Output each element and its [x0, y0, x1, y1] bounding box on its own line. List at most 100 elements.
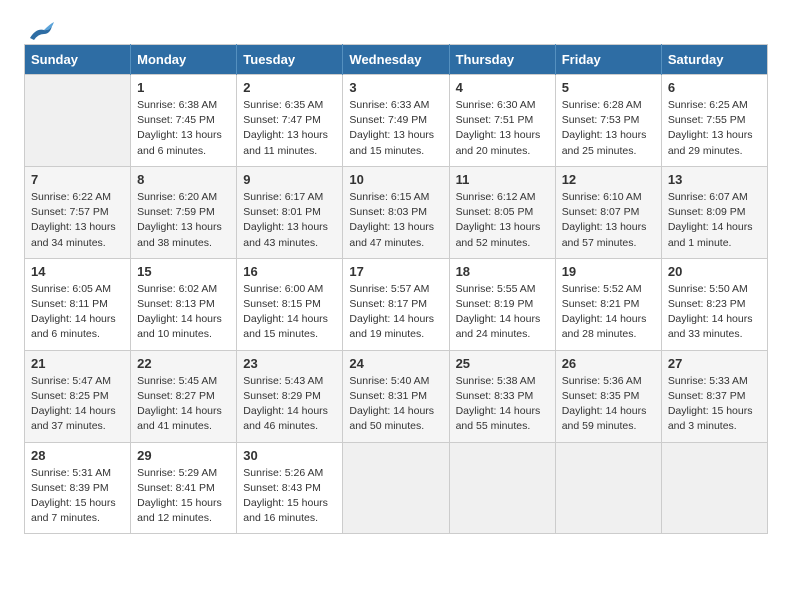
day-info: Sunrise: 5:57 AM Sunset: 8:17 PM Dayligh… — [349, 282, 442, 343]
logo — [24, 20, 54, 38]
day-info: Sunrise: 6:33 AM Sunset: 7:49 PM Dayligh… — [349, 98, 442, 159]
day-number: 23 — [243, 356, 336, 371]
day-number: 20 — [668, 264, 761, 279]
day-number: 13 — [668, 172, 761, 187]
calendar-cell: 26 Sunrise: 5:36 AM Sunset: 8:35 PM Dayli… — [555, 350, 661, 442]
day-info: Sunrise: 5:26 AM Sunset: 8:43 PM Dayligh… — [243, 466, 336, 527]
day-number: 12 — [562, 172, 655, 187]
day-info: Sunrise: 6:25 AM Sunset: 7:55 PM Dayligh… — [668, 98, 761, 159]
day-info: Sunrise: 6:30 AM Sunset: 7:51 PM Dayligh… — [456, 98, 549, 159]
calendar-header-monday: Monday — [131, 45, 237, 75]
calendar-cell — [449, 442, 555, 534]
day-info: Sunrise: 5:52 AM Sunset: 8:21 PM Dayligh… — [562, 282, 655, 343]
day-number: 30 — [243, 448, 336, 463]
day-info: Sunrise: 6:07 AM Sunset: 8:09 PM Dayligh… — [668, 190, 761, 251]
calendar-cell: 16 Sunrise: 6:00 AM Sunset: 8:15 PM Dayli… — [237, 258, 343, 350]
calendar-cell: 21Sunrise: 5:47 AM Sunset: 8:25 PM Dayli… — [25, 350, 131, 442]
day-info: Sunrise: 6:28 AM Sunset: 7:53 PM Dayligh… — [562, 98, 655, 159]
calendar-cell: 14 Sunrise: 6:05 AM Sunset: 8:11 PM Dayli… — [25, 258, 131, 350]
day-info: Sunrise: 5:40 AM Sunset: 8:31 PM Dayligh… — [349, 374, 442, 435]
calendar-cell: 17 Sunrise: 5:57 AM Sunset: 8:17 PM Dayli… — [343, 258, 449, 350]
day-info: Sunrise: 6:12 AM Sunset: 8:05 PM Dayligh… — [456, 190, 549, 251]
day-info: Sunrise: 6:15 AM Sunset: 8:03 PM Dayligh… — [349, 190, 442, 251]
day-info: Sunrise: 5:31 AM Sunset: 8:39 PM Dayligh… — [31, 466, 124, 527]
day-info: Sunrise: 6:35 AM Sunset: 7:47 PM Dayligh… — [243, 98, 336, 159]
day-info: Sunrise: 5:55 AM Sunset: 8:19 PM Dayligh… — [456, 282, 549, 343]
day-info: Sunrise: 6:22 AM Sunset: 7:57 PM Dayligh… — [31, 190, 124, 251]
day-number: 18 — [456, 264, 549, 279]
calendar-cell: 12 Sunrise: 6:10 AM Sunset: 8:07 PM Dayli… — [555, 166, 661, 258]
day-info: Sunrise: 5:36 AM Sunset: 8:35 PM Dayligh… — [562, 374, 655, 435]
day-info: Sunrise: 6:17 AM Sunset: 8:01 PM Dayligh… — [243, 190, 336, 251]
header — [24, 20, 768, 38]
logo-bird-icon — [26, 20, 54, 42]
day-number: 8 — [137, 172, 230, 187]
calendar-cell: 3 Sunrise: 6:33 AM Sunset: 7:49 PM Daylig… — [343, 75, 449, 167]
day-number: 9 — [243, 172, 336, 187]
day-number: 26 — [562, 356, 655, 371]
day-number: 14 — [31, 264, 124, 279]
day-number: 10 — [349, 172, 442, 187]
day-info: Sunrise: 6:10 AM Sunset: 8:07 PM Dayligh… — [562, 190, 655, 251]
calendar-header-saturday: Saturday — [661, 45, 767, 75]
calendar-cell — [25, 75, 131, 167]
calendar-cell: 9 Sunrise: 6:17 AM Sunset: 8:01 PM Daylig… — [237, 166, 343, 258]
calendar-header-sunday: Sunday — [25, 45, 131, 75]
day-info: Sunrise: 5:33 AM Sunset: 8:37 PM Dayligh… — [668, 374, 761, 435]
day-number: 11 — [456, 172, 549, 187]
calendar-cell — [661, 442, 767, 534]
calendar-cell: 11 Sunrise: 6:12 AM Sunset: 8:05 PM Dayli… — [449, 166, 555, 258]
calendar-cell: 27 Sunrise: 5:33 AM Sunset: 8:37 PM Dayli… — [661, 350, 767, 442]
calendar-cell: 5 Sunrise: 6:28 AM Sunset: 7:53 PM Daylig… — [555, 75, 661, 167]
day-info: Sunrise: 6:05 AM Sunset: 8:11 PM Dayligh… — [31, 282, 124, 343]
day-info: Sunrise: 6:00 AM Sunset: 8:15 PM Dayligh… — [243, 282, 336, 343]
calendar-cell: 8 Sunrise: 6:20 AM Sunset: 7:59 PM Daylig… — [131, 166, 237, 258]
day-number: 5 — [562, 80, 655, 95]
calendar-cell: 1Sunrise: 6:38 AM Sunset: 7:45 PM Daylig… — [131, 75, 237, 167]
day-number: 22 — [137, 356, 230, 371]
calendar-week-row: 28 Sunrise: 5:31 AM Sunset: 8:39 PM Dayli… — [25, 442, 768, 534]
calendar-cell: 24Sunrise: 5:40 AM Sunset: 8:31 PM Dayli… — [343, 350, 449, 442]
day-info: Sunrise: 5:50 AM Sunset: 8:23 PM Dayligh… — [668, 282, 761, 343]
calendar-cell: 20 Sunrise: 5:50 AM Sunset: 8:23 PM Dayli… — [661, 258, 767, 350]
calendar-week-row: 21Sunrise: 5:47 AM Sunset: 8:25 PM Dayli… — [25, 350, 768, 442]
day-number: 15 — [137, 264, 230, 279]
day-number: 2 — [243, 80, 336, 95]
day-number: 17 — [349, 264, 442, 279]
day-number: 25 — [456, 356, 549, 371]
day-number: 19 — [562, 264, 655, 279]
calendar-cell: 4 Sunrise: 6:30 AM Sunset: 7:51 PM Daylig… — [449, 75, 555, 167]
calendar-cell: 2 Sunrise: 6:35 AM Sunset: 7:47 PM Daylig… — [237, 75, 343, 167]
day-number: 27 — [668, 356, 761, 371]
calendar-cell: 28 Sunrise: 5:31 AM Sunset: 8:39 PM Dayli… — [25, 442, 131, 534]
calendar-cell: 10 Sunrise: 6:15 AM Sunset: 8:03 PM Dayli… — [343, 166, 449, 258]
calendar-cell: 23Sunrise: 5:43 AM Sunset: 8:29 PM Dayli… — [237, 350, 343, 442]
day-info: Sunrise: 6:02 AM Sunset: 8:13 PM Dayligh… — [137, 282, 230, 343]
day-number: 16 — [243, 264, 336, 279]
calendar-cell — [343, 442, 449, 534]
day-info: Sunrise: 5:45 AM Sunset: 8:27 PM Dayligh… — [137, 374, 230, 435]
day-number: 28 — [31, 448, 124, 463]
day-number: 1 — [137, 80, 230, 95]
calendar-cell: 19 Sunrise: 5:52 AM Sunset: 8:21 PM Dayli… — [555, 258, 661, 350]
calendar-cell: 22 Sunrise: 5:45 AM Sunset: 8:27 PM Dayli… — [131, 350, 237, 442]
calendar-header-friday: Friday — [555, 45, 661, 75]
day-number: 29 — [137, 448, 230, 463]
calendar-cell: 6Sunrise: 6:25 AM Sunset: 7:55 PM Daylig… — [661, 75, 767, 167]
day-number: 3 — [349, 80, 442, 95]
calendar-week-row: 1Sunrise: 6:38 AM Sunset: 7:45 PM Daylig… — [25, 75, 768, 167]
calendar-week-row: 7 Sunrise: 6:22 AM Sunset: 7:57 PM Daylig… — [25, 166, 768, 258]
day-number: 21 — [31, 356, 124, 371]
day-number: 7 — [31, 172, 124, 187]
calendar-cell: 7 Sunrise: 6:22 AM Sunset: 7:57 PM Daylig… — [25, 166, 131, 258]
calendar-table: SundayMondayTuesdayWednesdayThursdayFrid… — [24, 44, 768, 534]
day-info: Sunrise: 5:29 AM Sunset: 8:41 PM Dayligh… — [137, 466, 230, 527]
day-number: 4 — [456, 80, 549, 95]
calendar-cell: 15 Sunrise: 6:02 AM Sunset: 8:13 PM Dayli… — [131, 258, 237, 350]
calendar-week-row: 14 Sunrise: 6:05 AM Sunset: 8:11 PM Dayli… — [25, 258, 768, 350]
day-info: Sunrise: 5:38 AM Sunset: 8:33 PM Dayligh… — [456, 374, 549, 435]
calendar-header-thursday: Thursday — [449, 45, 555, 75]
calendar-header-wednesday: Wednesday — [343, 45, 449, 75]
calendar-cell: 25 Sunrise: 5:38 AM Sunset: 8:33 PM Dayli… — [449, 350, 555, 442]
day-info: Sunrise: 6:20 AM Sunset: 7:59 PM Dayligh… — [137, 190, 230, 251]
